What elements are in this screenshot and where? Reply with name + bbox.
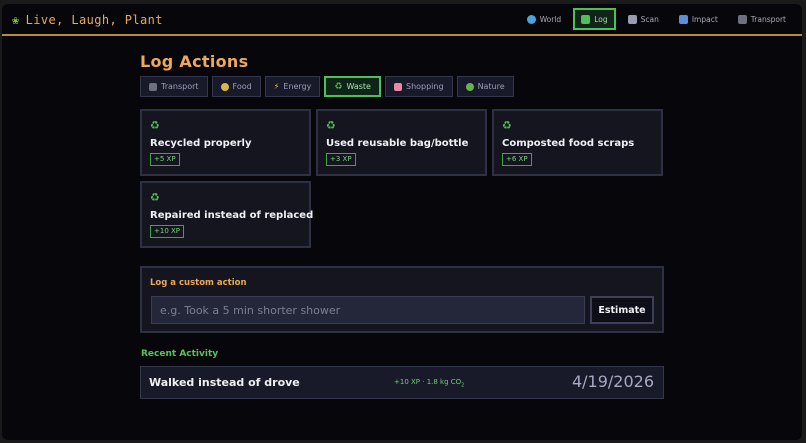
nav-impact-label: Impact	[691, 14, 718, 24]
category-tabs: Transport Food ⚡ Energy ♻ Waste Shopping…	[140, 76, 514, 97]
recycle-icon: ♻	[334, 81, 343, 92]
page-title: Log Actions	[140, 52, 249, 71]
tab-food[interactable]: Food	[211, 76, 261, 97]
nav-scan-label: Scan	[640, 14, 659, 24]
tab-waste-label: Waste	[346, 82, 371, 91]
action-label: Used reusable bag/bottle	[326, 138, 469, 149]
custom-action-panel: Log a custom action Estimate	[140, 266, 664, 333]
shopping-bag-icon	[393, 82, 402, 91]
recycle-icon: ♻	[150, 119, 160, 132]
recent-activity-title: Recent Activity	[141, 349, 219, 359]
tab-shopping[interactable]: Shopping	[384, 76, 453, 97]
nav-impact[interactable]: Impact	[671, 8, 726, 30]
tab-shopping-label: Shopping	[405, 82, 444, 91]
nav-log[interactable]: Log	[573, 8, 616, 30]
xp-badge: +6 XP	[502, 153, 532, 166]
activity-date: 4/19/2026	[571, 372, 654, 391]
action-label: Repaired instead of replaced	[150, 210, 314, 221]
tree-icon	[465, 82, 474, 91]
food-icon	[220, 82, 229, 91]
custom-action-input[interactable]	[151, 296, 585, 324]
nav-transport-label: Transport	[750, 14, 786, 24]
bar-chart-icon	[678, 14, 688, 24]
xp-badge: +10 XP	[150, 225, 185, 238]
action-card[interactable]: ♻ Used reusable bag/bottle +3 XP	[316, 109, 487, 176]
recycle-icon: ♻	[150, 191, 160, 204]
action-label: Recycled properly	[150, 138, 252, 149]
xp-badge: +5 XP	[150, 153, 180, 166]
tab-transport[interactable]: Transport	[140, 76, 208, 97]
car-icon	[149, 82, 157, 91]
list-item: Walked instead of drove +10 XP · 1.8 kg …	[140, 366, 664, 399]
activity-label: Walked instead of drove	[149, 376, 300, 389]
globe-icon	[526, 14, 536, 24]
custom-action-title: Log a custom action	[150, 278, 247, 288]
top-nav-bar: ❀ Live, Laugh, Plant World Log Scan Impa…	[2, 4, 802, 36]
main-content: Log Actions Transport Food ⚡ Energy ♻ Wa…	[140, 52, 664, 399]
recycle-icon: ♻	[502, 119, 512, 132]
app-title: Live, Laugh, Plant	[25, 13, 163, 27]
tab-transport-label: Transport	[161, 82, 199, 91]
recycle-icon: ♻	[326, 119, 336, 132]
nav-world-label: World	[539, 14, 562, 24]
action-card[interactable]: ♻ Recycled properly +5 XP	[140, 109, 311, 176]
tab-energy-label: Energy	[283, 82, 312, 91]
nav-transport[interactable]: Transport	[730, 8, 794, 30]
tab-waste[interactable]: ♻ Waste	[324, 76, 381, 97]
nav-world[interactable]: World	[519, 8, 570, 30]
main-nav: World Log Scan Impact Transport	[519, 8, 794, 30]
tab-nature-label: Nature	[477, 82, 505, 91]
estimate-button[interactable]: Estimate	[590, 296, 654, 324]
tab-energy[interactable]: ⚡ Energy	[264, 76, 321, 97]
brand[interactable]: ❀ Live, Laugh, Plant	[12, 11, 163, 29]
nav-scan[interactable]: Scan	[620, 8, 667, 30]
tab-nature[interactable]: Nature	[456, 76, 514, 97]
tab-food-label: Food	[232, 82, 252, 91]
activity-meta: +10 XP · 1.8 kg CO2	[394, 378, 464, 388]
check-box-icon	[581, 14, 591, 24]
activity-meta-subscript: 2	[461, 382, 465, 389]
sprout-icon: ❀	[12, 13, 20, 27]
action-card[interactable]: ♻ Repaired instead of replaced +10 XP	[140, 181, 314, 248]
action-card[interactable]: ♻ Composted food scraps +6 XP	[492, 109, 663, 176]
lightning-icon: ⚡	[273, 82, 280, 91]
nav-log-label: Log	[594, 14, 608, 24]
camera-icon	[627, 14, 637, 24]
car-icon	[737, 14, 747, 24]
action-label: Composted food scraps	[502, 138, 635, 149]
app-window: ❀ Live, Laugh, Plant World Log Scan Impa…	[2, 4, 802, 440]
xp-badge: +3 XP	[326, 153, 356, 166]
activity-meta-text: +10 XP · 1.8 kg CO	[394, 378, 462, 386]
